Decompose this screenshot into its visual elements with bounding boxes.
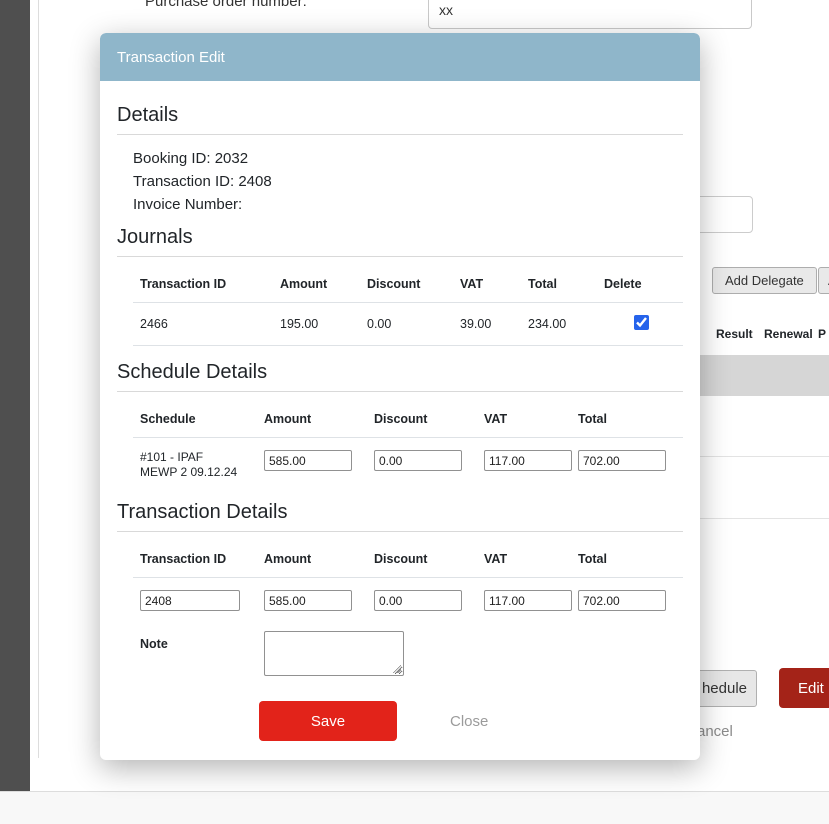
schedule-col-vat: VAT <box>477 392 571 438</box>
journals-table: Transaction ID Amount Discount VAT Total… <box>133 257 683 346</box>
transaction-col-transaction-id: Transaction ID <box>133 532 257 578</box>
footer-bar <box>0 791 829 824</box>
note-row: Note <box>133 617 683 685</box>
save-button[interactable]: Save <box>259 701 397 741</box>
details-block: Booking ID: 2032 Transaction ID: 2408 In… <box>117 135 683 218</box>
panel-border <box>38 0 39 758</box>
journals-col-total: Total <box>521 257 597 303</box>
edit-button[interactable]: Edit <box>779 668 829 708</box>
transaction-id-input[interactable] <box>140 590 240 611</box>
transaction-col-discount: Discount <box>367 532 477 578</box>
partial-button[interactable]: A <box>818 267 829 294</box>
invoice-number-text: Invoice Number: <box>133 193 683 216</box>
transaction-discount-input[interactable] <box>374 590 462 611</box>
details-heading: Details <box>117 104 683 127</box>
transaction-vat-input[interactable] <box>484 590 572 611</box>
schedule-amount-input[interactable] <box>264 450 352 471</box>
left-sidebar <box>0 0 30 791</box>
transaction-col-total: Total <box>571 532 683 578</box>
schedule-label: #101 - IPAF MEWP 2 09.12.24 <box>140 450 242 480</box>
column-header-renewal: Renewal <box>764 327 813 341</box>
schedule-vat-input[interactable] <box>484 450 572 471</box>
journals-col-discount: Discount <box>360 257 453 303</box>
journal-total: 234.00 <box>521 303 597 346</box>
screen: Purchase order number: Add Delegate A Re… <box>0 0 829 824</box>
modal-actions: Save Close <box>259 701 488 741</box>
schedule-col-amount: Amount <box>257 392 367 438</box>
row-divider <box>690 456 829 457</box>
close-button[interactable]: Close <box>450 713 488 730</box>
transaction-col-amount: Amount <box>257 532 367 578</box>
transaction-row <box>133 578 683 618</box>
schedule-details-heading: Schedule Details <box>117 361 683 384</box>
schedule-total-input[interactable] <box>578 450 666 471</box>
modal-header: Transaction Edit <box>100 33 700 81</box>
schedule-details-table: Schedule Amount Discount VAT Total #101 … <box>133 392 683 486</box>
transaction-details-table: Transaction ID Amount Discount VAT Total <box>133 532 683 685</box>
schedule-col-total: Total <box>571 392 683 438</box>
purchase-order-label: Purchase order number: <box>145 0 307 10</box>
transaction-details-heading: Transaction Details <box>117 501 683 524</box>
booking-id-text: Booking ID: 2032 <box>133 147 683 170</box>
modal-body: Details Booking ID: 2032 Transaction ID:… <box>100 81 700 685</box>
note-textarea[interactable] <box>264 631 404 676</box>
schedule-row: #101 - IPAF MEWP 2 09.12.24 <box>133 438 683 487</box>
schedule-discount-input[interactable] <box>374 450 462 471</box>
add-delegate-button[interactable]: Add Delegate <box>712 267 817 294</box>
column-header-result: Result <box>716 327 753 341</box>
journal-transaction-id: 2466 <box>133 303 273 346</box>
journals-col-transaction-id: Transaction ID <box>133 257 273 303</box>
schedule-col-discount: Discount <box>367 392 477 438</box>
row-divider <box>690 518 829 519</box>
journal-vat: 39.00 <box>453 303 521 346</box>
delete-checkbox[interactable] <box>634 315 649 330</box>
transaction-edit-modal: Transaction Edit Details Booking ID: 203… <box>100 33 700 760</box>
transaction-total-input[interactable] <box>578 590 666 611</box>
journals-col-delete: Delete <box>597 257 683 303</box>
column-header-partial: P <box>818 327 826 341</box>
cancel-button-partial[interactable]: ancel <box>697 723 733 740</box>
journals-col-vat: VAT <box>453 257 521 303</box>
transaction-amount-input[interactable] <box>264 590 352 611</box>
journals-col-amount: Amount <box>273 257 360 303</box>
schedule-col-schedule: Schedule <box>133 392 257 438</box>
transaction-col-vat: VAT <box>477 532 571 578</box>
journal-discount: 0.00 <box>360 303 453 346</box>
journal-row: 2466 195.00 0.00 39.00 234.00 <box>133 303 683 346</box>
transaction-id-text: Transaction ID: 2408 <box>133 170 683 193</box>
journals-heading: Journals <box>117 226 683 249</box>
note-label: Note <box>133 617 257 685</box>
journal-amount: 195.00 <box>273 303 360 346</box>
purchase-order-input[interactable] <box>428 0 752 29</box>
modal-title: Transaction Edit <box>117 49 225 66</box>
